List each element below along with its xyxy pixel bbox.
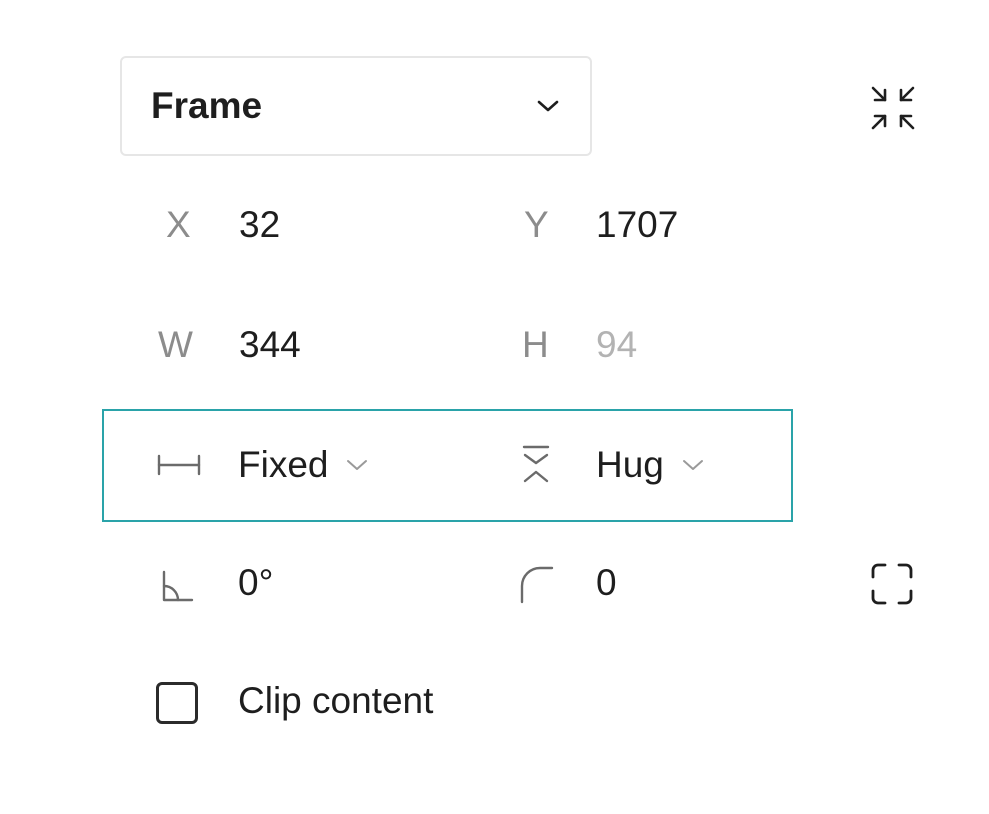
horizontal-resizing-dropdown[interactable]: Fixed xyxy=(238,440,368,490)
clip-content-checkbox[interactable] xyxy=(156,682,198,724)
clip-content-label: Clip content xyxy=(238,680,434,721)
corner-radius-field[interactable]: 0 xyxy=(518,558,778,614)
vertical-resizing-dropdown[interactable]: Hug xyxy=(596,440,704,490)
frame-type-dropdown[interactable]: Frame xyxy=(120,56,592,156)
w-label: W xyxy=(158,324,193,365)
chevron-down-icon xyxy=(682,460,703,470)
chevron-down-icon xyxy=(347,460,368,470)
height-field[interactable]: H 94 xyxy=(520,320,780,376)
h-label: H xyxy=(522,324,549,365)
x-position-field[interactable]: X 32 xyxy=(160,200,490,256)
rotation-value: 0° xyxy=(238,562,274,603)
horizontal-resizing-value: Fixed xyxy=(238,444,329,485)
frame-properties-panel: Frame X 32 Y 1707 W 344 H 94 Fixed Hug 0… xyxy=(0,0,989,814)
y-label: Y xyxy=(524,204,549,245)
chevron-down-icon xyxy=(537,100,559,112)
rotation-field[interactable]: 0° xyxy=(160,558,490,614)
independent-corners-icon[interactable] xyxy=(864,558,920,610)
h-value: 94 xyxy=(596,324,638,365)
horizontal-resizing-icon xyxy=(157,452,201,478)
w-value: 344 xyxy=(239,324,301,365)
y-position-field[interactable]: Y 1707 xyxy=(520,200,780,256)
width-field[interactable]: W 344 xyxy=(158,320,488,376)
corner-radius-value: 0 xyxy=(596,562,617,603)
corner-radius-icon xyxy=(520,566,554,604)
y-value: 1707 xyxy=(596,204,679,245)
vertical-resizing-icon xyxy=(520,444,552,486)
collapse-arrows-icon[interactable] xyxy=(862,80,924,136)
x-label: X xyxy=(166,204,191,245)
vertical-resizing-value: Hug xyxy=(596,444,664,485)
rotation-angle-icon xyxy=(162,570,194,602)
x-value: 32 xyxy=(239,204,281,245)
frame-type-value: Frame xyxy=(151,85,263,126)
